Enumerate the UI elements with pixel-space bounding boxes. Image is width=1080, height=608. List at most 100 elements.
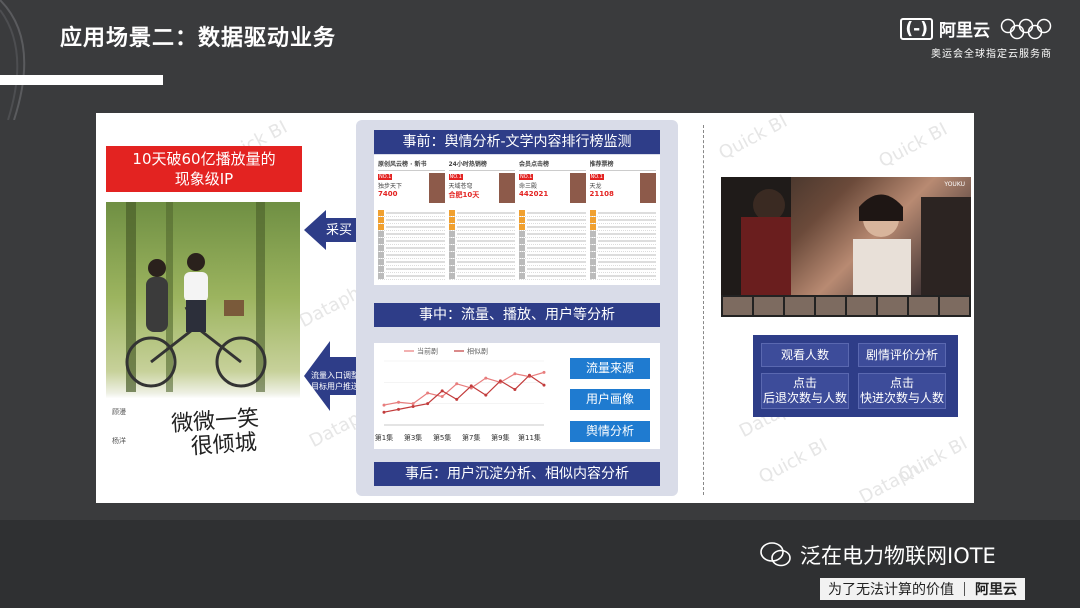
ranking-list-item[interactable] [378, 224, 445, 231]
metric-fast-forward: 点击 快进次数与人数 [858, 373, 946, 409]
ranking-top-item[interactable]: NO.1 独步天下 7400 [378, 173, 445, 207]
ranking-list-item[interactable] [448, 252, 515, 259]
ranking-list-item[interactable] [448, 273, 515, 280]
pill-sentiment-analysis[interactable]: 舆情分析 [570, 421, 650, 442]
ranking-list-item[interactable] [378, 217, 445, 224]
data-point [527, 373, 531, 377]
rank-index-marker [378, 231, 384, 237]
thumbnail[interactable] [878, 297, 907, 315]
ranking-list-item[interactable] [589, 266, 656, 273]
metric-viewers: 观看人数 [761, 343, 849, 367]
metric-forward-line2: 快进次数与人数 [859, 391, 944, 405]
data-point [382, 403, 386, 407]
ranking-list-item[interactable] [448, 259, 515, 266]
data-point [382, 410, 386, 414]
ranking-list-item[interactable] [589, 245, 656, 252]
playback-metrics-box: 观看人数 剧情评价分析 点击 后退次数与人数 点击 快进次数与人数 [753, 335, 958, 417]
rank-index-marker [378, 210, 384, 216]
ranking-list-item[interactable] [448, 238, 515, 245]
legend-label: 当前剧 [417, 347, 438, 356]
wechat-icon [760, 542, 791, 567]
rank-index-marker [448, 238, 455, 244]
ranking-list-item[interactable] [519, 245, 586, 252]
pill-traffic-source[interactable]: 流量来源 [570, 358, 650, 379]
ranking-list-item[interactable] [378, 245, 445, 252]
rank-index-marker [519, 231, 525, 237]
ranking-list-item[interactable] [378, 238, 445, 245]
ranking-list-item[interactable] [448, 266, 515, 273]
ranking-column-header: 会员点击榜 [519, 159, 586, 171]
ranking-list-item[interactable] [589, 238, 656, 245]
ranking-list-item[interactable] [519, 266, 586, 273]
rank-placeholder-text [597, 219, 656, 221]
rank-value: 合肥10天 [448, 191, 480, 199]
ranking-list-item[interactable] [589, 252, 656, 259]
ranking-list-item[interactable] [589, 259, 656, 266]
rank-index-marker [448, 224, 455, 230]
thumbnail[interactable] [785, 297, 814, 315]
ranking-top-item[interactable]: NO.1 天龙 21108 [589, 173, 656, 207]
rank-placeholder-text [456, 275, 515, 277]
rank-placeholder-text [386, 219, 445, 221]
ranking-list-item[interactable] [519, 259, 586, 266]
thumbnail[interactable] [816, 297, 845, 315]
ranking-list-item[interactable] [589, 210, 656, 217]
ranking-list-item[interactable] [378, 259, 445, 266]
thumbnail[interactable] [940, 297, 969, 315]
thumbnail[interactable] [847, 297, 876, 315]
ranking-list-item[interactable] [519, 238, 586, 245]
pill-user-profile[interactable]: 用户画像 [570, 389, 650, 410]
x-tick-label: 第11集 [518, 433, 541, 442]
analysis-column: 事前：舆情分析-文学内容排行榜监测 原创风云榜 · 新书 NO.1 独步天下 7400… [356, 120, 678, 496]
ranking-list-item[interactable] [378, 266, 445, 273]
ip-headline-line1: 10天破60亿播放量的 [132, 150, 276, 168]
rank-placeholder-text [386, 261, 445, 263]
x-tick-label: 第5集 [433, 433, 451, 442]
rank-placeholder-text [386, 268, 445, 270]
arrow-label-purchase: 采买 [326, 223, 353, 238]
ranking-list-item[interactable] [519, 210, 586, 217]
olympic-rings-icon [1000, 18, 1052, 39]
thumbnail[interactable] [723, 297, 752, 315]
ranking-list-item[interactable] [378, 210, 445, 217]
ranking-top-item[interactable]: NO.1 命三殿 442021 [519, 173, 586, 207]
rank-index-marker [378, 252, 384, 258]
video-thumbnail-strip[interactable] [721, 295, 971, 317]
ranking-list-item[interactable] [448, 217, 515, 224]
ranking-top-item[interactable]: NO.1 天域苍穹 合肥10天 [448, 173, 515, 207]
thumbnail[interactable] [909, 297, 938, 315]
ranking-list-item[interactable] [378, 231, 445, 238]
ranking-list-item[interactable] [378, 273, 445, 280]
rank-index-marker [519, 224, 525, 230]
rank-placeholder-text [456, 212, 515, 214]
ranking-list-item[interactable] [448, 210, 515, 217]
ranking-list-item[interactable] [519, 252, 586, 259]
data-point [426, 391, 430, 395]
poster-actor: 杨洋 [112, 437, 126, 445]
thumbnail[interactable] [754, 297, 783, 315]
ranking-list-item[interactable] [519, 224, 586, 231]
rank-index-marker [378, 238, 384, 244]
ranking-list-item[interactable] [519, 217, 586, 224]
ranking-list-item[interactable] [589, 217, 656, 224]
ranking-list-item[interactable] [589, 224, 656, 231]
rank-placeholder-text [527, 261, 586, 263]
page-title: 应用场景二：数据驱动业务 [60, 26, 337, 51]
wechat-account: 泛在电力物联网IOTE [760, 540, 996, 570]
ranking-list-item[interactable] [448, 224, 515, 231]
ranking-list-item[interactable] [519, 273, 586, 280]
ranking-list-item[interactable] [448, 245, 515, 252]
rank-tag: NO.1 [589, 174, 604, 180]
ranking-column: 原创风云榜 · 新书 NO.1 独步天下 7400 [378, 159, 445, 281]
ranking-list-item[interactable] [589, 231, 656, 238]
brand-subtitle: 奥运会全球指定云服务商 [931, 49, 1052, 60]
ranking-list-item[interactable] [448, 231, 515, 238]
ranking-list-item[interactable] [589, 273, 656, 280]
data-point [484, 376, 488, 380]
ranking-list-item[interactable] [378, 252, 445, 259]
rank-placeholder-text [527, 247, 586, 249]
poster-author: 顾漫 [112, 408, 126, 416]
rank-placeholder-text [527, 275, 586, 277]
ranking-list-item[interactable] [519, 231, 586, 238]
rank-index-marker [519, 217, 525, 223]
